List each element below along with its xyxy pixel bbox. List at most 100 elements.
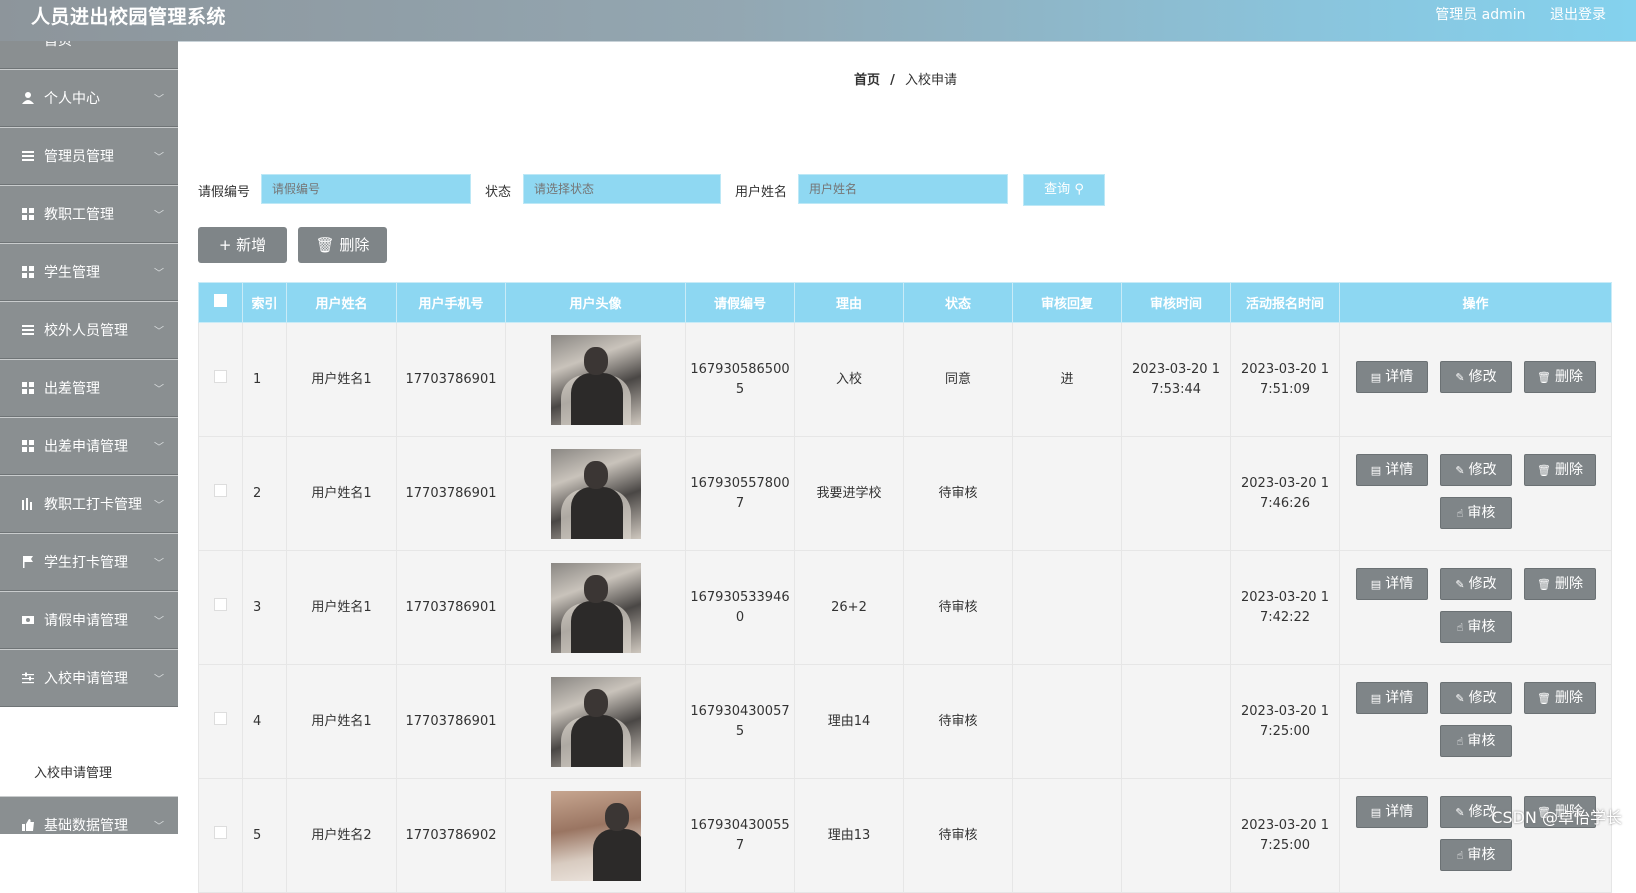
cell-avatar [505, 550, 686, 665]
sidebar-item-trip-apply[interactable]: 出差申请管理 ﹀ [0, 417, 178, 475]
add-label: 新增 [236, 236, 267, 254]
cell-leave-no: 1679305578007 [685, 436, 795, 551]
delete-label: 删除 [1554, 690, 1583, 706]
hand-pointer-icon: ☝ [1456, 507, 1464, 520]
row-checkbox[interactable] [198, 322, 243, 437]
trash-icon: 🗑 [1537, 578, 1551, 591]
detail-button[interactable]: ▤ 详情 [1356, 454, 1428, 486]
cell-index: 4 [242, 664, 287, 779]
cell-username: 用户姓名1 [286, 322, 397, 437]
username-label: 用户姓名 [735, 185, 788, 200]
chevron-down-icon: ﹀ [154, 268, 164, 280]
detail-label: 详情 [1385, 690, 1414, 706]
select-all-checkbox[interactable] [198, 282, 243, 323]
cell-review-time [1121, 778, 1231, 893]
sidebar-item-personal-center[interactable]: 个人中心 ﹀ [0, 69, 178, 127]
cell-avatar [505, 664, 686, 779]
edit-button[interactable]: ✎ 修改 [1440, 454, 1512, 486]
sidebar-item-base-data[interactable]: 基础数据管理 ﹀ [0, 796, 178, 834]
grid-icon [22, 208, 34, 220]
grid-icon [22, 382, 34, 394]
detail-button[interactable]: ▤ 详情 [1356, 361, 1428, 393]
review-button[interactable]: ☝ 审核 [1440, 725, 1512, 757]
list-icon [22, 151, 34, 161]
chevron-down-icon: ﹀ [154, 674, 164, 686]
review-label: 审核 [1467, 733, 1496, 749]
sidebar-item-student-checkin[interactable]: 学生打卡管理 ﹀ [0, 533, 178, 591]
cell-actions: ▤ 详情 ✎ 修改 🗑 删除 ☝ 审核 [1339, 778, 1612, 893]
cell-username: 用户姓名1 [286, 436, 397, 551]
cell-review-time: 2023-03-20 17:53:44 [1121, 322, 1231, 437]
sidebar-item-visitors[interactable]: 校外人员管理 ﹀ [0, 301, 178, 359]
row-checkbox[interactable] [198, 778, 243, 893]
cell-status: 待审核 [903, 436, 1013, 551]
edit-button[interactable]: ✎ 修改 [1440, 682, 1512, 714]
pencil-icon: ✎ [1455, 464, 1465, 477]
pencil-icon: ✎ [1455, 692, 1465, 705]
sidebar-item-students[interactable]: 学生管理 ﹀ [0, 243, 178, 301]
chevron-down-icon: ﹀ [154, 616, 164, 628]
ticket-icon [22, 616, 34, 624]
query-button[interactable]: 查询 ⚲ [1023, 174, 1105, 206]
pencil-icon: ✎ [1455, 371, 1465, 384]
avatar [550, 334, 641, 425]
submenu-entry-apply-manage[interactable]: 入校申请管理 [0, 746, 178, 796]
avatar [550, 790, 641, 881]
review-button[interactable]: ☝ 审核 [1440, 839, 1512, 871]
entry-apply-table: 索引 用户姓名 用户手机号 用户头像 请假编号 理由 状态 审核回复 审核时间 … [198, 282, 1612, 893]
col-header-review-time: 审核时间 [1121, 282, 1231, 323]
cell-reply [1012, 436, 1122, 551]
edit-button[interactable]: ✎ 修改 [1440, 361, 1512, 393]
chart-icon [22, 498, 32, 510]
detail-button[interactable]: ▤ 详情 [1356, 568, 1428, 600]
detail-button[interactable]: ▤ 详情 [1356, 796, 1428, 828]
list-icon [22, 325, 34, 335]
delete-label: 删除 [339, 236, 370, 254]
delete-label: 删除 [1554, 462, 1583, 478]
sidebar-item-staff-checkin[interactable]: 教职工打卡管理 ﹀ [0, 475, 178, 533]
sidebar-item-admin[interactable]: 管理员管理 ﹀ [0, 127, 178, 185]
detail-label: 详情 [1385, 462, 1414, 478]
sidebar-item-entry-apply[interactable]: 入校申请管理 ﹀ [0, 649, 178, 707]
breadcrumb-separator: / [890, 73, 895, 88]
col-header-avatar: 用户头像 [505, 282, 686, 323]
edit-button[interactable]: ✎ 修改 [1440, 568, 1512, 600]
username-input[interactable] [798, 174, 1008, 204]
sidebar-item-staff[interactable]: 教职工管理 ﹀ [0, 185, 178, 243]
sidebar-item-home[interactable]: 首页 [0, 41, 178, 69]
row-checkbox[interactable] [198, 664, 243, 779]
cell-signup-time: 2023-03-20 17:42:22 [1230, 550, 1340, 665]
breadcrumb-home[interactable]: 首页 [854, 73, 880, 88]
logout-link[interactable]: 退出登录 [1550, 7, 1606, 23]
status-select[interactable] [523, 174, 721, 204]
review-button[interactable]: ☝ 审核 [1440, 497, 1512, 529]
detail-button[interactable]: ▤ 详情 [1356, 682, 1428, 714]
chevron-down-icon: ﹀ [154, 326, 164, 338]
user-area: 管理员 admin 退出登录 [1415, 4, 1606, 24]
cell-reason: 26+2 [794, 550, 904, 665]
sliders-icon [22, 672, 34, 684]
admin-user-label[interactable]: 管理员 admin [1435, 7, 1525, 23]
delete-button[interactable]: 🗑 删除 [1524, 682, 1596, 714]
review-button[interactable]: ☝ 审核 [1440, 611, 1512, 643]
sidebar-item-label: 首页 [44, 41, 72, 49]
add-button[interactable]: + 新增 [198, 227, 287, 263]
cell-avatar [505, 436, 686, 551]
delete-button[interactable]: 🗑 删除 [1524, 361, 1596, 393]
cell-reply: 进 [1012, 322, 1122, 437]
row-checkbox[interactable] [198, 436, 243, 551]
edit-label: 修改 [1468, 690, 1497, 706]
chevron-down-icon: ﹀ [154, 210, 164, 222]
document-icon: ▤ [1370, 371, 1382, 384]
chevron-down-icon: ﹀ [154, 384, 164, 396]
delete-button[interactable]: 🗑 删除 [1524, 568, 1596, 600]
sidebar-item-leave-apply[interactable]: 请假申请管理 ﹀ [0, 591, 178, 649]
batch-delete-button[interactable]: 🗑 删除 [298, 227, 387, 263]
grid-icon [22, 440, 34, 452]
cell-status: 待审核 [903, 664, 1013, 779]
detail-label: 详情 [1385, 804, 1414, 820]
sidebar-item-business-trip[interactable]: 出差管理 ﹀ [0, 359, 178, 417]
leave-no-input[interactable] [261, 174, 471, 204]
delete-button[interactable]: 🗑 删除 [1524, 454, 1596, 486]
row-checkbox[interactable] [198, 550, 243, 665]
